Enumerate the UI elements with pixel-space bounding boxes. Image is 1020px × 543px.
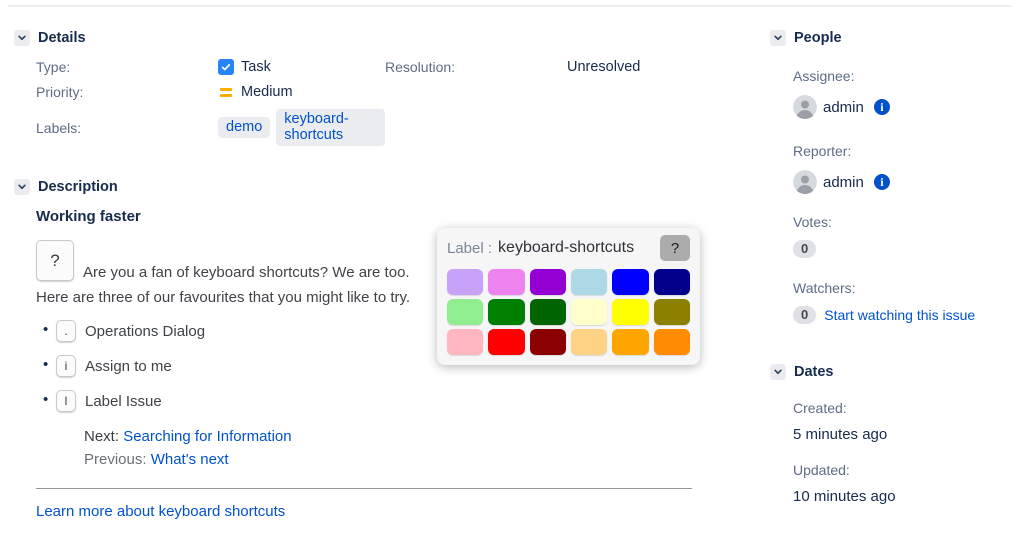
- label-pill-keyboard-shortcuts[interactable]: keyboard-shortcuts: [276, 109, 385, 146]
- dates-title: Dates: [794, 364, 834, 380]
- color-swatch[interactable]: [488, 269, 524, 295]
- details-fields: Type: Task Resolution: Unresolved Priori…: [36, 59, 714, 146]
- priority-label: Priority:: [36, 84, 218, 100]
- description-subheading: Working faster: [36, 208, 702, 225]
- priority-medium-icon: [218, 84, 234, 100]
- popup-help-button[interactable]: ?: [660, 235, 690, 261]
- color-swatch[interactable]: [654, 269, 690, 295]
- details-section: Details Type: Task Resolution: Unresolve…: [14, 30, 714, 146]
- description-collapse-button[interactable]: [14, 179, 30, 195]
- resolution-value: Unresolved: [567, 59, 714, 75]
- color-swatch[interactable]: [612, 299, 648, 325]
- color-swatch[interactable]: [447, 299, 483, 325]
- description-line1: Are you a fan of keyboard shortcuts? We …: [83, 264, 410, 281]
- next-label: Next:: [84, 428, 119, 445]
- description-title: Description: [38, 179, 118, 195]
- details-collapse-button[interactable]: [14, 30, 30, 46]
- task-type-icon: [218, 59, 234, 75]
- assignee-name[interactable]: admin: [823, 99, 864, 116]
- color-swatch[interactable]: [571, 299, 607, 325]
- color-swatch[interactable]: [571, 329, 607, 355]
- assignee-label: Assignee:: [793, 68, 1015, 84]
- people-collapse-button[interactable]: [770, 30, 786, 46]
- type-value-text: Task: [241, 59, 271, 75]
- color-swatch[interactable]: [654, 329, 690, 355]
- votes-badge: 0: [793, 240, 816, 258]
- watchers-badge: 0: [793, 306, 816, 324]
- color-swatch[interactable]: [447, 269, 483, 295]
- votes-label: Votes:: [793, 214, 1015, 230]
- details-header: Details: [14, 30, 714, 46]
- info-icon[interactable]: i: [874, 174, 890, 190]
- previous-label: Previous:: [84, 451, 147, 468]
- list-item: l Label Issue: [36, 390, 702, 412]
- updated-value: 10 minutes ago: [793, 488, 1015, 505]
- l-key-icon: l: [56, 390, 76, 412]
- question-key-icon: ?: [36, 240, 74, 281]
- label-color-popup: Label : keyboard-shortcuts ?: [437, 228, 700, 365]
- priority-value: Medium: [218, 84, 385, 100]
- avatar: [793, 95, 817, 119]
- chevron-down-icon: [773, 33, 783, 43]
- color-swatch[interactable]: [571, 269, 607, 295]
- i-key-icon: i: [56, 355, 76, 377]
- watchers-label: Watchers:: [793, 280, 1015, 296]
- period-key-icon: .: [56, 320, 76, 342]
- shortcut-label: Operations Dialog: [85, 323, 205, 340]
- user-avatar-icon: [793, 95, 817, 119]
- color-swatch[interactable]: [654, 299, 690, 325]
- created-value: 5 minutes ago: [793, 426, 1015, 443]
- divider: [36, 488, 692, 489]
- description-header: Description: [14, 179, 702, 195]
- type-value: Task: [218, 59, 385, 75]
- labels-value: demo keyboard-shortcuts: [218, 109, 385, 146]
- label-popup-header: Label : keyboard-shortcuts ?: [447, 235, 690, 261]
- reporter-name[interactable]: admin: [823, 174, 864, 191]
- user-avatar-icon: [793, 170, 817, 194]
- color-swatch[interactable]: [488, 329, 524, 355]
- description-nav: Next: Searching for Information Previous…: [84, 425, 702, 471]
- labels-label: Labels:: [36, 120, 218, 136]
- updated-label: Updated:: [793, 462, 1015, 478]
- learn-more-link[interactable]: Learn more about keyboard shortcuts: [36, 503, 285, 520]
- right-sidebar: People Assignee: admin i Reporter: admin…: [770, 30, 1015, 505]
- reporter-row: admin i: [793, 170, 1015, 194]
- label-pill-demo[interactable]: demo: [218, 117, 270, 138]
- dates-header: Dates: [770, 364, 1015, 380]
- assignee-row: admin i: [793, 95, 1015, 119]
- reporter-label: Reporter:: [793, 143, 1015, 159]
- color-swatch[interactable]: [530, 299, 566, 325]
- color-swatch[interactable]: [530, 329, 566, 355]
- avatar: [793, 170, 817, 194]
- check-icon: [221, 62, 231, 72]
- shortcut-label: Label Issue: [85, 393, 162, 410]
- top-divider: [8, 5, 1012, 7]
- color-swatch[interactable]: [488, 299, 524, 325]
- popup-label-caption: Label :: [447, 240, 492, 257]
- resolution-label: Resolution:: [385, 59, 567, 75]
- info-icon[interactable]: i: [874, 99, 890, 115]
- people-title: People: [794, 30, 842, 46]
- priority-value-text: Medium: [241, 84, 293, 100]
- color-swatch[interactable]: [447, 329, 483, 355]
- chevron-down-icon: [773, 367, 783, 377]
- previous-link[interactable]: What's next: [151, 451, 229, 468]
- chevron-down-icon: [17, 182, 27, 192]
- details-title: Details: [38, 30, 86, 46]
- color-swatch[interactable]: [612, 329, 648, 355]
- people-header: People: [770, 30, 1015, 46]
- popup-label-value: keyboard-shortcuts: [498, 239, 634, 257]
- next-link[interactable]: Searching for Information: [123, 428, 291, 445]
- shortcut-label: Assign to me: [85, 358, 172, 375]
- color-swatch[interactable]: [530, 269, 566, 295]
- color-swatch-grid: [447, 269, 690, 355]
- votes-row: 0: [793, 240, 1015, 258]
- watchers-row: 0 Start watching this issue: [793, 306, 1015, 324]
- created-label: Created:: [793, 400, 1015, 416]
- chevron-down-icon: [17, 33, 27, 43]
- start-watching-link[interactable]: Start watching this issue: [824, 307, 975, 323]
- type-label: Type:: [36, 59, 218, 75]
- color-swatch[interactable]: [612, 269, 648, 295]
- dates-collapse-button[interactable]: [770, 364, 786, 380]
